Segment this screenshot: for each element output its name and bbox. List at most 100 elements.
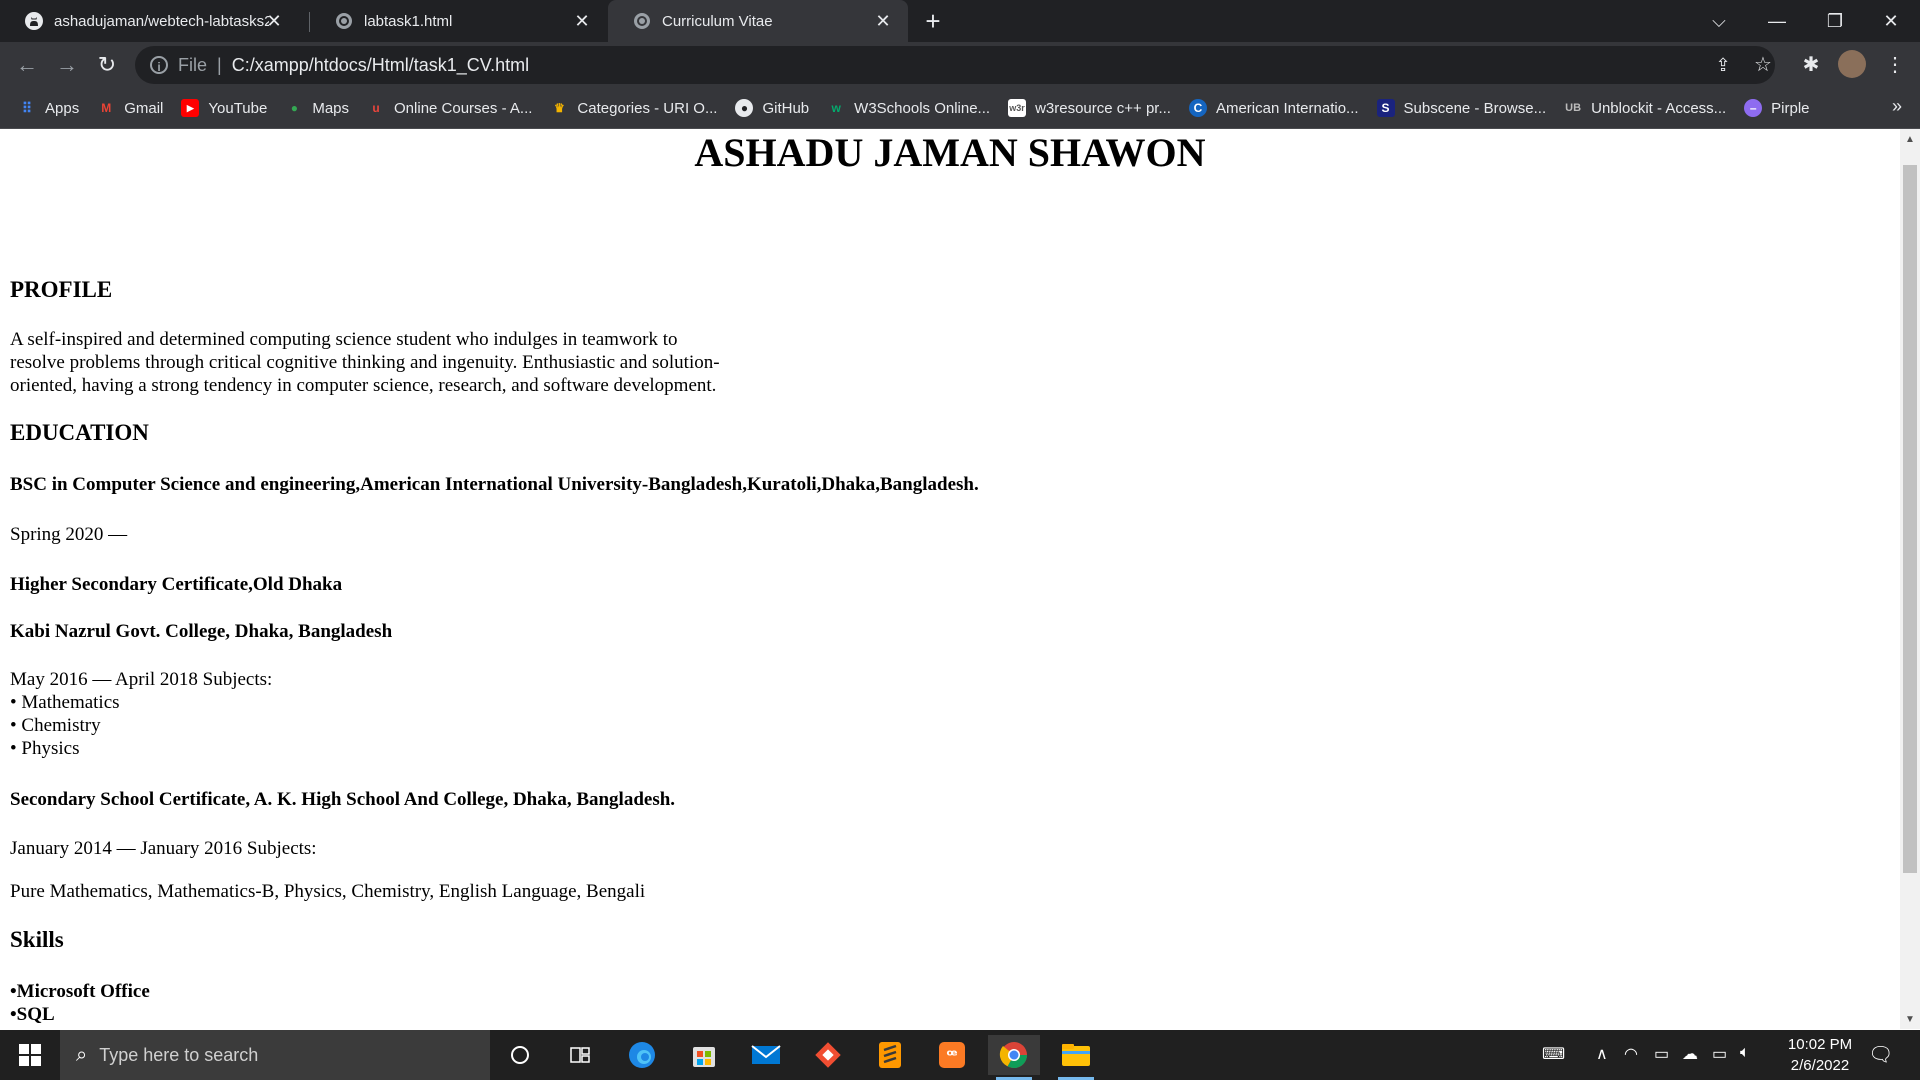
git-icon[interactable] [802,1035,854,1075]
apps-grid-icon: ⠿ [21,100,33,116]
courses-icon: u [372,101,380,115]
close-icon[interactable]: ✕ [872,10,894,32]
skills-heading: Skills [10,927,64,952]
windows-start-button[interactable] [0,1030,60,1080]
network-icon[interactable]: ◠ [1624,1044,1638,1064]
keyboard-icon[interactable]: ⌨ [1542,1044,1565,1064]
bookmark-w3schools[interactable]: w W3Schools Online... [827,99,990,117]
youtube-icon: ▶ [181,99,200,117]
tab-title: Curriculum Vitae [662,12,773,30]
w3resource-icon: w3r [1008,99,1027,117]
search-placeholder: Type here to search [99,1044,259,1065]
close-icon[interactable]: ✕ [263,10,285,32]
minimize-button[interactable]: — [1748,0,1806,42]
tab-title: ashadujaman/webtech-labtasks2 [54,12,269,30]
search-icon: ⌕ [76,1043,88,1066]
page-content: ASHADU JAMAN SHAWON PROFILE A self-inspi… [0,129,1900,1029]
bsc-period: Spring 2020 — [10,524,128,545]
unblockit-icon: UB [1565,102,1582,114]
url-scheme: File [178,54,208,75]
chrome-icon[interactable] [988,1035,1040,1080]
bookmark-apps[interactable]: ⠿ Apps [18,99,79,117]
store-icon[interactable] [678,1035,730,1075]
cortana-icon[interactable] [494,1035,546,1075]
bookmark-maps[interactable]: ● Maps [285,99,349,117]
bookmark-pirple[interactable]: – Pirple [1744,99,1810,117]
globe-icon [632,11,652,31]
subscene-icon: S [1376,99,1395,117]
volume-icon[interactable]: 🔈︎ [1740,1044,1750,1062]
cv-name: ASHADU JAMAN SHAWON [694,130,1206,175]
new-tab-button[interactable]: + [918,6,948,36]
github-icon: ● [735,99,754,117]
gmail-icon: M [101,101,112,115]
aiub-icon: C [1188,99,1207,117]
profile-text: A self-inspired and determined computing… [10,329,720,396]
close-icon[interactable]: ✕ [571,10,593,32]
task-view-icon[interactable] [554,1035,606,1075]
hsc-certificate: Higher Secondary Certificate,Old Dhaka [10,574,343,595]
list-item: • Chemistry [10,715,101,736]
share-icon[interactable]: ⇪ [1708,50,1738,80]
bookmark-w3resource[interactable]: w3r w3resource c++ pr... [1008,99,1171,117]
show-hidden-icons-button[interactable]: ∧ [1596,1044,1608,1064]
maps-icon: ● [290,101,298,115]
bookmarks-bar: ⠿ Apps M Gmail ▶ YouTube ● Maps u Online Cour… [0,88,1920,129]
bookmark-unblockit[interactable]: UB Unblockit - Access... [1564,99,1726,117]
globe-icon [334,11,354,31]
more-bookmarks-button[interactable]: » [1892,96,1902,117]
skills-list: •Microsoft Office •SQL [10,980,150,1026]
hsc-college: Kabi Nazrul Govt. College, Dhaka, Bangla… [10,621,393,642]
ssc-certificate: Secondary School Certificate, A. K. High… [10,789,676,810]
browser-toolbar: ← → ↻ i File | C:/xampp/htdocs/Html/task… [0,42,1920,88]
taskbar-search-box[interactable]: ⌕ Type here to search [60,1030,490,1080]
meet-now-icon[interactable]: ▭ [1654,1044,1669,1064]
reload-button[interactable]: ↻ [92,50,122,80]
notifications-icon[interactable]: 🗨︎ [1868,1042,1893,1067]
list-item: • Physics [10,738,80,759]
menu-icon[interactable]: ⋮ [1880,50,1910,80]
tab-github[interactable]: ashadujaman/webtech-labtasks2 ✕ [0,0,305,42]
bookmark-star-icon[interactable]: ☆ [1748,50,1778,80]
clock-time: 10:02 PM [1787,1036,1853,1053]
sublime-text-icon[interactable] [864,1035,916,1075]
forward-button[interactable]: → [52,50,82,80]
tab-labtask1[interactable]: labtask1.html ✕ [310,0,607,42]
onedrive-icon[interactable]: ☁ [1682,1044,1698,1064]
trophy-icon: ♛ [554,101,565,115]
ssc-period: January 2014 — January 2016 Subjects: [10,838,317,859]
xampp-icon[interactable]: ꟹ [926,1035,978,1075]
profile-avatar[interactable] [1838,50,1866,78]
bookmark-categories[interactable]: ♛ Categories - URI O... [550,99,717,117]
back-button[interactable]: ← [12,50,42,80]
file-explorer-icon[interactable] [1050,1035,1102,1080]
battery-icon[interactable]: ▭ [1712,1044,1727,1064]
scrollbar-thumb[interactable] [1903,165,1917,873]
bookmark-subscene[interactable]: S Subscene - Browse... [1376,99,1546,117]
clock[interactable]: 10:02 PM 2/6/2022 [1770,1034,1870,1076]
extensions-icon[interactable]: ✱ [1796,50,1826,80]
scroll-down-arrow[interactable]: ▼ [1900,1012,1920,1028]
bookmark-gmail[interactable]: M Gmail [97,99,163,117]
info-icon[interactable]: i [150,56,168,74]
bookmark-online-courses[interactable]: u Online Courses - A... [367,99,532,117]
tab-strip: ashadujaman/webtech-labtasks2 ✕ labtask1… [0,0,1920,42]
mail-icon[interactable] [740,1035,792,1075]
list-item: • Mathematics [10,692,120,713]
svg-text:ꟹ: ꟹ [946,1046,957,1065]
bookmark-youtube[interactable]: ▶ YouTube [181,99,267,117]
address-bar[interactable]: i File | C:/xampp/htdocs/Html/task1_CV.h… [135,46,1775,84]
bookmark-aiub[interactable]: C American Internatio... [1188,99,1359,117]
close-window-button[interactable]: ✕ [1862,0,1920,42]
pirple-icon: – [1744,99,1763,117]
restore-button[interactable]: ❐ [1806,0,1864,42]
url-text[interactable]: C:/xampp/htdocs/Html/task1_CV.html [232,55,529,76]
w3schools-icon: w [831,101,841,115]
profile-heading: PROFILE [10,277,113,302]
scroll-up-arrow[interactable]: ▲ [1900,132,1920,148]
bookmark-github[interactable]: ● GitHub [735,99,809,117]
edge-icon[interactable] [616,1035,668,1075]
list-item: •SQL [10,1004,55,1025]
tab-search-icon[interactable]: ⌵ [1690,0,1748,42]
tab-curriculum-vitae[interactable]: Curriculum Vitae ✕ [608,0,908,42]
